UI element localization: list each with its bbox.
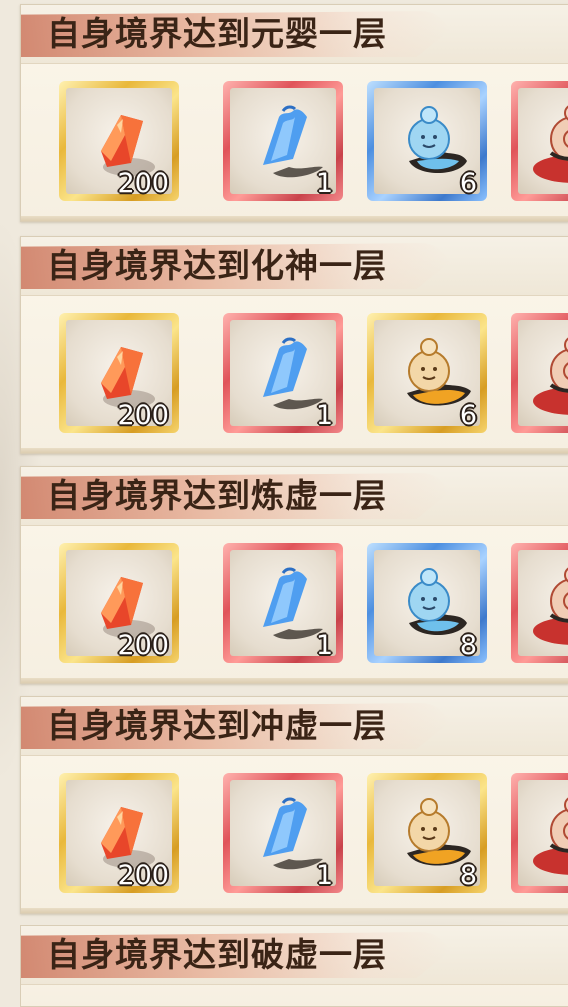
reward-count: 200 [117, 630, 169, 661]
red-pouch-icon [533, 567, 568, 645]
reward-items: 200 1 8 [59, 773, 568, 897]
reward-count: 1 [315, 168, 333, 199]
reward-slot-red-pouch[interactable] [511, 543, 568, 663]
reward-count: 200 [117, 400, 169, 431]
milestone-card: 自身境界达到炼虚一层 200 1 8 [20, 466, 568, 684]
reward-slot-red-pouch[interactable] [511, 313, 568, 433]
reward-slot-gold-gourd[interactable]: 6 [367, 313, 487, 433]
milestone-banner: 自身境界达到化神一层 [21, 237, 568, 296]
red-pouch-icon [533, 797, 568, 875]
reward-count: 1 [315, 860, 333, 891]
reward-count: 200 [117, 168, 169, 199]
reward-count: 6 [459, 400, 477, 431]
milestone-banner: 自身境界达到元婴一层 [21, 5, 568, 64]
reward-slot-red-crystal[interactable]: 200 [59, 313, 179, 433]
reward-slot-red-pouch[interactable] [511, 81, 568, 201]
milestone-card: 自身境界达到元婴一层 200 1 6 [20, 4, 568, 222]
reward-slot-blue-talisman[interactable]: 1 [223, 773, 343, 893]
reward-items: 200 1 8 [59, 543, 568, 667]
reward-slot-red-crystal[interactable]: 200 [59, 773, 179, 893]
reward-slot-blue-gourd[interactable]: 6 [367, 81, 487, 201]
reward-slot-red-pouch[interactable] [511, 773, 568, 893]
milestone-title: 自身境界达到化神一层 [47, 246, 387, 285]
reward-slot-red-crystal[interactable]: 200 [59, 81, 179, 201]
reward-slot-blue-talisman[interactable]: 1 [223, 313, 343, 433]
reward-count: 200 [117, 860, 169, 891]
milestone-banner: 自身境界达到破虚一层 [21, 926, 568, 985]
reward-slot-blue-talisman[interactable]: 1 [223, 81, 343, 201]
milestone-banner: 自身境界达到炼虚一层 [21, 467, 568, 526]
milestone-title: 自身境界达到冲虚一层 [47, 706, 387, 745]
milestone-card: 自身境界达到冲虚一层 200 1 8 [20, 696, 568, 914]
reward-count: 8 [459, 630, 477, 661]
milestone-banner: 自身境界达到冲虚一层 [21, 697, 568, 756]
milestone-title: 自身境界达到炼虚一层 [47, 476, 387, 515]
reward-items: 200 1 6 [59, 313, 568, 437]
milestone-title: 自身境界达到元婴一层 [47, 14, 387, 53]
reward-slot-blue-gourd[interactable]: 8 [367, 543, 487, 663]
reward-count: 8 [459, 860, 477, 891]
reward-count: 1 [315, 400, 333, 431]
reward-slot-blue-talisman[interactable]: 1 [223, 543, 343, 663]
red-pouch-icon [533, 105, 568, 183]
reward-count: 1 [315, 630, 333, 661]
reward-slot-gold-gourd[interactable]: 8 [367, 773, 487, 893]
reward-count: 6 [459, 168, 477, 199]
milestone-card-partial: 自身境界达到破虚一层 [20, 925, 568, 1007]
red-pouch-icon [533, 337, 568, 415]
reward-slot-red-crystal[interactable]: 200 [59, 543, 179, 663]
milestone-title: 自身境界达到破虚一层 [47, 935, 387, 974]
reward-items: 200 1 6 [59, 81, 568, 205]
milestone-card: 自身境界达到化神一层 200 1 6 [20, 236, 568, 454]
